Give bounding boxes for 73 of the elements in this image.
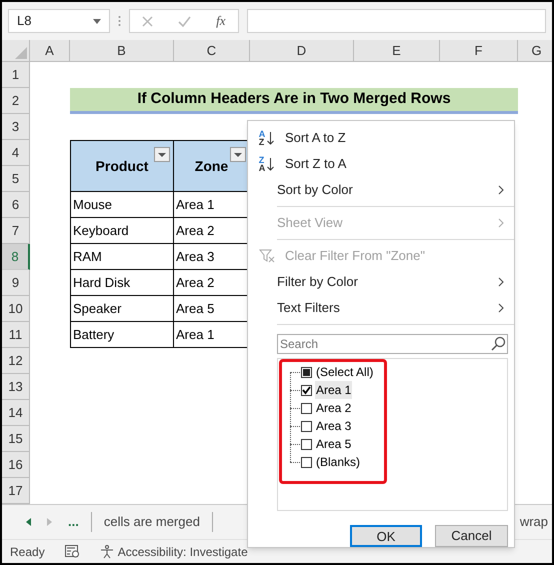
dropdown-caret-icon (158, 152, 166, 156)
row-header[interactable]: 15 (2, 426, 30, 452)
column-header[interactable]: E (354, 40, 440, 62)
table-cell: Speaker (70, 296, 174, 322)
value-option[interactable]: Area 5 (315, 435, 352, 453)
more-sheets-button[interactable]: ... (68, 512, 92, 532)
cancel-button[interactable]: Cancel (435, 525, 508, 547)
row-header[interactable]: 16 (2, 452, 30, 478)
row-header[interactable]: 5 (2, 166, 30, 192)
menu-item[interactable]: Text Filters (248, 295, 514, 321)
row-header[interactable]: 17 (2, 478, 30, 504)
clear-filter-icon (258, 249, 274, 263)
insert-function-button[interactable]: fx (216, 11, 226, 31)
row-header[interactable]: 7 (2, 218, 30, 244)
filter-button[interactable] (230, 147, 246, 162)
accessibility-icon (100, 544, 114, 558)
sheet-title: If Column Headers Are in Two Merged Rows (70, 88, 518, 114)
table-cell: Battery (70, 322, 174, 348)
checkbox[interactable] (301, 438, 312, 450)
value-option[interactable]: Area 1 (315, 381, 352, 399)
row-header[interactable]: 12 (2, 348, 30, 374)
previous-sheet-icon[interactable] (26, 518, 31, 526)
column-header[interactable]: A (30, 40, 70, 62)
dropdown-caret-icon (234, 152, 242, 156)
column-header[interactable]: C (174, 40, 250, 62)
menu-item[interactable]: Sort by Color (248, 177, 514, 203)
name-box[interactable]: L8 (8, 9, 110, 33)
search-icon (490, 336, 506, 352)
accessibility-status[interactable]: Accessibility: Investigate (118, 542, 248, 560)
row-header[interactable]: 4 (2, 140, 30, 166)
row-header[interactable]: 9 (2, 270, 30, 296)
table-header-cell: Zone (174, 140, 250, 192)
value-option[interactable]: Area 3 (315, 417, 352, 435)
row-header[interactable]: 13 (2, 374, 30, 400)
value-option[interactable]: (Select All) (315, 363, 374, 381)
row-header[interactable]: 14 (2, 400, 30, 426)
menu-item[interactable]: Filter by Color (248, 269, 514, 295)
status-text: Ready (10, 544, 45, 560)
value-option[interactable]: (Blanks) (315, 453, 362, 471)
checkbox[interactable] (301, 420, 312, 432)
sheet-tab[interactable]: cells are merged (92, 512, 213, 532)
row-header[interactable]: 2 (2, 88, 30, 114)
cell-reference: L8 (17, 12, 32, 30)
row-header[interactable]: 11 (2, 322, 30, 348)
menu-item[interactable]: A Z Sort A to Z (248, 125, 514, 151)
table-cell: Hard Disk (70, 270, 174, 296)
ok-button[interactable]: OK (350, 525, 422, 547)
filter-button[interactable] (154, 147, 170, 162)
search-field[interactable]: Search (277, 334, 508, 354)
column-header[interactable]: F (440, 40, 518, 62)
checkbox[interactable] (301, 456, 312, 468)
row-header[interactable]: 3 (2, 114, 30, 140)
column-header[interactable]: B (70, 40, 174, 62)
table-cell: RAM (70, 244, 174, 270)
checkbox[interactable] (301, 402, 312, 414)
column-header[interactable]: G (518, 40, 552, 62)
value-option[interactable]: Area 2 (315, 399, 352, 417)
table-header-cell: Product (70, 140, 174, 192)
macro-recording-icon[interactable] (64, 545, 80, 558)
row-header[interactable]: 8 (2, 244, 30, 270)
row-header[interactable]: 10 (2, 296, 30, 322)
checkbox[interactable] (301, 384, 312, 396)
table-cell: Mouse (70, 192, 174, 218)
dropdown-caret-icon (93, 18, 101, 24)
menu-item[interactable]: Z A Sort Z to A (248, 151, 514, 177)
table-cell: Keyboard (70, 218, 174, 244)
row-header[interactable]: 1 (2, 62, 30, 88)
checkbox[interactable] (301, 366, 312, 378)
row-header[interactable]: 6 (2, 192, 30, 218)
formula-input[interactable] (247, 9, 546, 33)
column-header[interactable]: D (250, 40, 354, 62)
check-icon[interactable] (178, 16, 192, 26)
grip-icon (118, 15, 121, 27)
